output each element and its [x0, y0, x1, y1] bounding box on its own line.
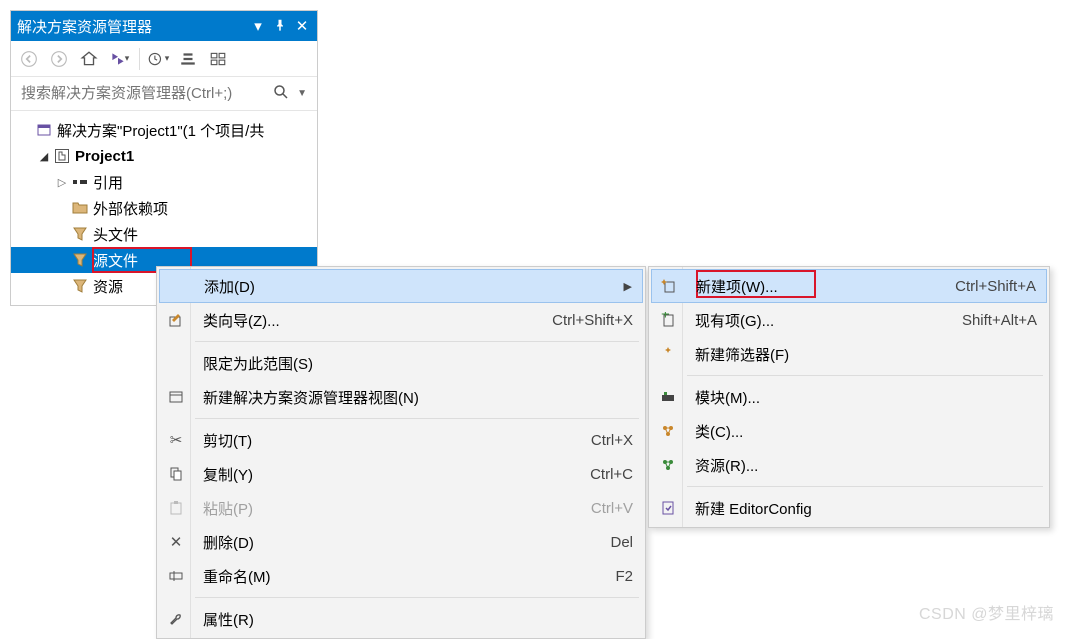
- copy-icon: [159, 466, 193, 482]
- forward-button[interactable]: [45, 45, 73, 73]
- folder-icon: [71, 199, 89, 217]
- existing-item-icon: +: [651, 312, 685, 328]
- menu-item-delete[interactable]: ✕ 删除(D) Del: [159, 525, 643, 559]
- home-button[interactable]: [75, 45, 103, 73]
- menu-item-existing-item[interactable]: + 现有项(G)... Shift+Alt+A: [651, 303, 1047, 337]
- svg-text:+: +: [661, 312, 670, 323]
- dropdown-icon[interactable]: ▾: [249, 17, 267, 35]
- filter-icon: [71, 251, 89, 269]
- solution-label: 解决方案"Project1"(1 个项目/共: [57, 120, 264, 141]
- close-icon[interactable]: ✕: [293, 17, 311, 35]
- menu-item-class[interactable]: 类(C)...: [651, 414, 1047, 448]
- headers-label: 头文件: [93, 224, 138, 245]
- delete-icon: ✕: [159, 533, 193, 551]
- menu-item-scope[interactable]: 限定为此范围(S): [159, 346, 643, 380]
- rename-icon: [159, 568, 193, 584]
- pin-icon[interactable]: [271, 18, 289, 35]
- menu-separator: [195, 418, 639, 419]
- new-filter-icon: [651, 347, 685, 361]
- panel-titlebar[interactable]: 解决方案资源管理器 ▾ ✕: [11, 11, 317, 41]
- pending-changes-button[interactable]: ▾: [144, 45, 172, 73]
- references-icon: [71, 173, 89, 191]
- sources-label: 源文件: [93, 250, 138, 271]
- new-view-icon: [159, 389, 193, 405]
- panel-title: 解决方案资源管理器: [17, 16, 245, 37]
- watermark-text: CSDN @梦里梓璃: [919, 600, 1054, 624]
- wizard-icon: [159, 312, 193, 328]
- switch-views-button[interactable]: ▾: [105, 45, 133, 73]
- wrench-icon: [159, 611, 193, 627]
- panel-toolbar: ▾ ▾: [11, 41, 317, 77]
- cut-icon: ✂: [159, 431, 193, 449]
- headers-node[interactable]: 头文件: [11, 221, 317, 247]
- editorconfig-icon: [651, 500, 685, 516]
- menu-separator: [195, 341, 639, 342]
- menu-item-copy[interactable]: 复制(Y) Ctrl+C: [159, 457, 643, 491]
- solution-explorer-panel: 解决方案资源管理器 ▾ ✕ ▾ ▾ ▼ 解决方案"Project1"(1 个项目…: [10, 10, 318, 306]
- sync-button[interactable]: [174, 45, 202, 73]
- menu-separator: [195, 597, 639, 598]
- external-deps-node[interactable]: 外部依赖项: [11, 195, 317, 221]
- menu-item-add[interactable]: 添加(D) ▶: [159, 269, 643, 303]
- search-dropdown-icon[interactable]: ▼: [293, 88, 311, 99]
- project-label: Project1: [75, 148, 134, 165]
- external-deps-label: 外部依赖项: [93, 198, 168, 219]
- paste-icon: [159, 500, 193, 516]
- collapse-icon[interactable]: ◢: [37, 150, 51, 163]
- references-node[interactable]: ▷ 引用: [11, 169, 317, 195]
- search-input[interactable]: [17, 81, 269, 107]
- search-bar: ▼: [11, 77, 317, 111]
- menu-item-new-view[interactable]: 新建解决方案资源管理器视图(N): [159, 380, 643, 414]
- menu-item-rename[interactable]: 重命名(M) F2: [159, 559, 643, 593]
- context-menu-primary: 添加(D) ▶ 类向导(Z)... Ctrl+Shift+X 限定为此范围(S)…: [156, 266, 646, 639]
- resource-icon: [651, 457, 685, 473]
- filter-icon: [71, 225, 89, 243]
- references-label: 引用: [93, 172, 123, 193]
- resources-label: 资源: [93, 276, 123, 297]
- class-icon: [651, 423, 685, 439]
- module-icon: [651, 389, 685, 405]
- search-icon[interactable]: [269, 84, 293, 104]
- project-node[interactable]: ◢ Project1: [11, 143, 317, 169]
- filter-icon: [71, 277, 89, 295]
- submenu-arrow-icon: ▶: [618, 280, 632, 293]
- solution-node[interactable]: 解决方案"Project1"(1 个项目/共: [11, 117, 317, 143]
- expand-icon[interactable]: ▷: [55, 176, 69, 189]
- menu-item-cut[interactable]: ✂ 剪切(T) Ctrl+X: [159, 423, 643, 457]
- menu-item-properties[interactable]: 属性(R): [159, 602, 643, 636]
- menu-item-module[interactable]: 模块(M)...: [651, 380, 1047, 414]
- project-icon: [53, 147, 71, 165]
- new-item-icon: [652, 278, 686, 294]
- context-menu-add-submenu: 新建项(W)... Ctrl+Shift+A + 现有项(G)... Shift…: [648, 266, 1050, 528]
- menu-item-editorconfig[interactable]: 新建 EditorConfig: [651, 491, 1047, 525]
- menu-item-class-wizard[interactable]: 类向导(Z)... Ctrl+Shift+X: [159, 303, 643, 337]
- toolbar-separator: [139, 48, 140, 70]
- menu-item-paste: 粘贴(P) Ctrl+V: [159, 491, 643, 525]
- menu-separator: [687, 486, 1043, 487]
- menu-item-new-filter[interactable]: 新建筛选器(F): [651, 337, 1047, 371]
- show-all-button[interactable]: [204, 45, 232, 73]
- solution-icon: [35, 121, 53, 139]
- menu-item-new-item[interactable]: 新建项(W)... Ctrl+Shift+A: [651, 269, 1047, 303]
- back-button[interactable]: [15, 45, 43, 73]
- menu-item-resource[interactable]: 资源(R)...: [651, 448, 1047, 482]
- menu-separator: [687, 375, 1043, 376]
